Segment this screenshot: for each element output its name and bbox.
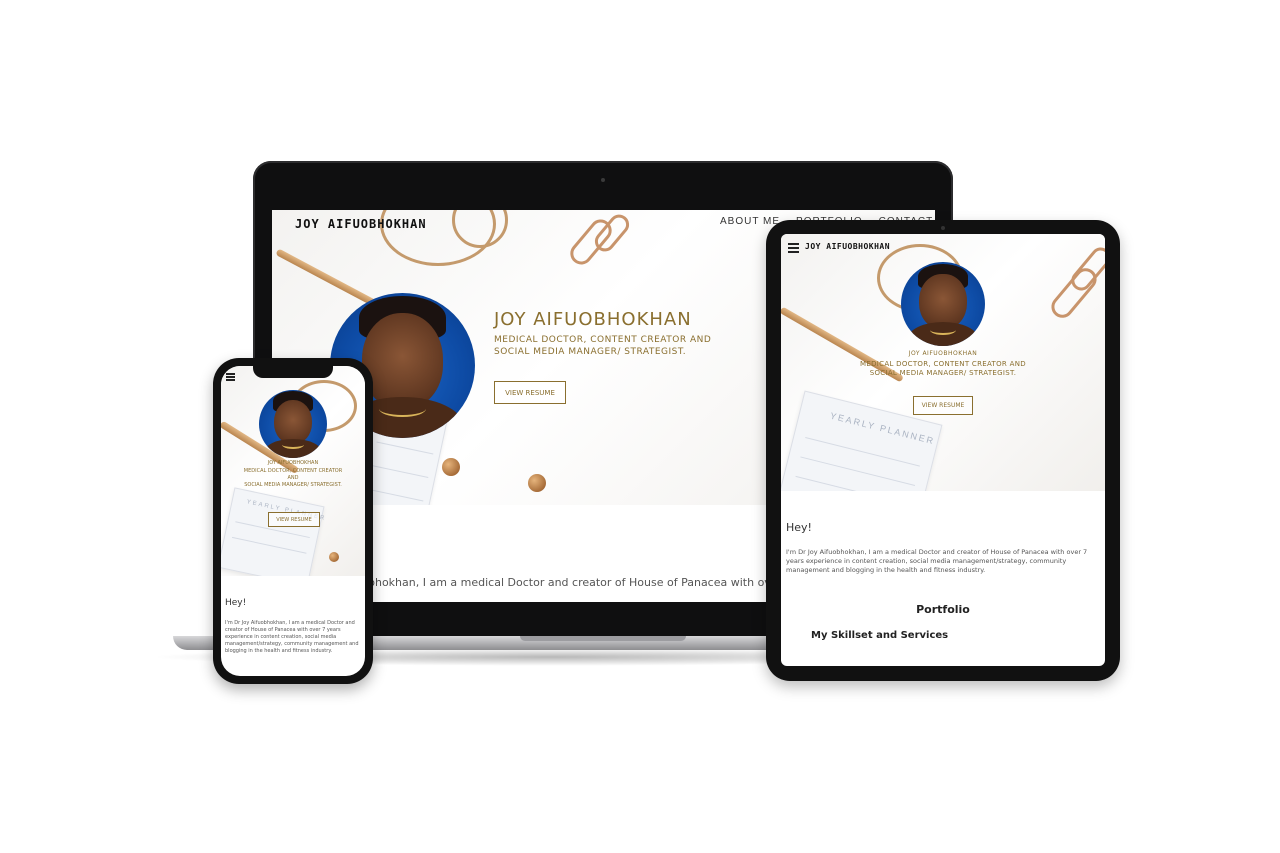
bead-decoration — [442, 458, 460, 476]
menu-icon[interactable] — [788, 243, 799, 253]
view-resume-button[interactable]: VIEW RESUME — [268, 512, 320, 527]
phone-notch — [253, 364, 333, 378]
hero-name-small: JOY AIFUOBHOKHAN — [908, 350, 978, 357]
hero-tagline-line1: MEDICAL DOCTOR, CONTENT CREATOR AND — [860, 360, 1026, 368]
intro-text: bhokhan, I am a medical Doctor and creat… — [368, 576, 793, 589]
laptop-hinge-notch — [520, 636, 686, 641]
tablet-screen: YEARLY PLANNER JOY AIFUOBHOKHAN JOY AIFU… — [781, 234, 1105, 666]
portfolio-heading: Portfolio — [916, 603, 970, 616]
menu-icon[interactable] — [226, 373, 235, 381]
skills-heading: My Skillset and Services — [811, 630, 949, 641]
bead-decoration — [528, 474, 546, 492]
hero-name-small: JOY AIFUOBHOKHAN — [267, 460, 319, 466]
planner-title: YEARLY PLANNER — [829, 410, 937, 447]
laptop-camera — [601, 178, 605, 182]
site-logo[interactable]: JOY AIFUOBHOKHAN — [805, 242, 890, 251]
bead-decoration — [329, 552, 339, 562]
hero-tagline-line2: SOCIAL MEDIA MANAGER/ STRATEGIST. — [869, 369, 1017, 377]
greeting: Hey! — [225, 598, 247, 608]
planner-decoration: YEARLY PLANNER — [221, 487, 327, 576]
hero-name: JOY AIFUOBHOKHAN — [494, 309, 692, 330]
hero-tagline-line1: MEDICAL DOCTOR, CONTENT CREATOR AND — [243, 468, 343, 481]
phone-screen: YEARLY PLANNER JOY AIFUOBHOKHAN MEDICAL … — [221, 366, 365, 676]
tablet-camera — [941, 226, 945, 230]
hero-tagline-line2: SOCIAL MEDIA MANAGER/ STRATEGIST. — [244, 482, 342, 488]
intro-text: I'm Dr Joy Aifuobhokhan, I am a medical … — [786, 548, 1088, 574]
nav-about-me[interactable]: ABOUT ME — [720, 216, 780, 227]
site-logo[interactable]: JOY AIFUOBHOKHAN — [295, 217, 427, 231]
hero-tagline-line1: MEDICAL DOCTOR, CONTENT CREATOR AND — [494, 335, 712, 345]
profile-photo — [259, 390, 327, 458]
phone-hero: YEARLY PLANNER JOY AIFUOBHOKHAN MEDICAL … — [221, 366, 365, 576]
view-resume-button[interactable]: VIEW RESUME — [913, 396, 973, 415]
profile-photo — [901, 262, 985, 346]
paperclip-decoration — [1067, 243, 1105, 295]
hero-tagline-line2: SOCIAL MEDIA MANAGER/ STRATEGIST. — [494, 347, 687, 357]
greeting: Hey! — [786, 521, 812, 534]
tablet-hero: YEARLY PLANNER JOY AIFUOBHOKHAN JOY AIFU… — [781, 234, 1105, 491]
laptop-screen-bezel — [272, 191, 935, 210]
paperclip-decoration — [590, 210, 634, 256]
view-resume-button[interactable]: VIEW RESUME — [494, 381, 566, 404]
intro-text: I'm Dr Joy Aifuobhokhan, I am a medical … — [225, 620, 359, 654]
